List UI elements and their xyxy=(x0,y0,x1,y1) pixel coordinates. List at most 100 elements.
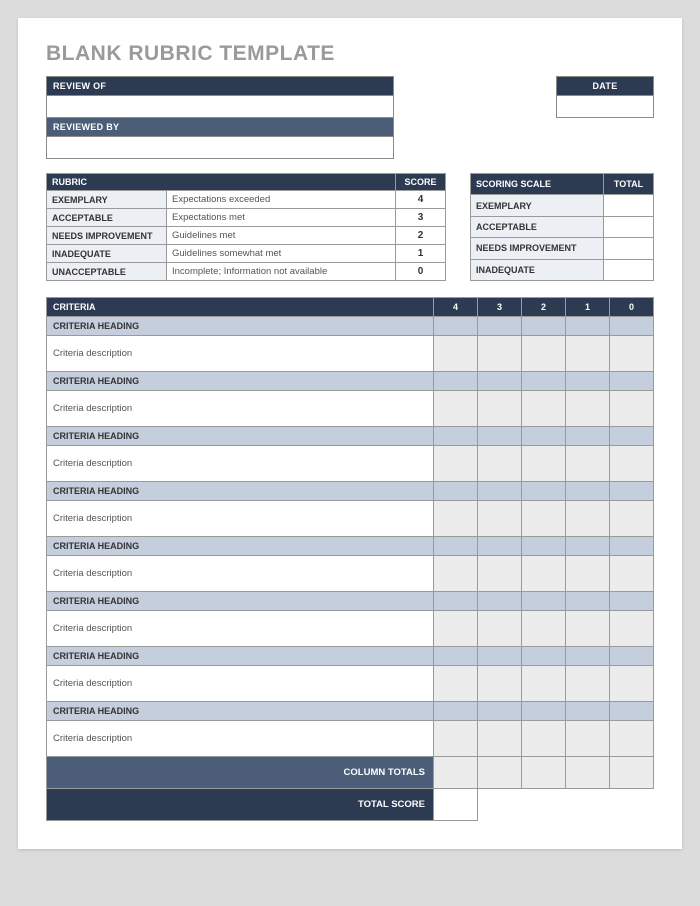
criteria-score-cell[interactable] xyxy=(522,721,566,757)
criteria-score-cell[interactable] xyxy=(610,721,654,757)
criteria-score-cell[interactable] xyxy=(434,501,478,537)
scale-row-label: EXEMPLARY xyxy=(471,195,604,216)
scale-header: SCORING SCALE xyxy=(471,174,604,195)
criteria-heading-cell xyxy=(478,647,522,666)
column-total-cell[interactable] xyxy=(434,757,478,789)
scale-row-value[interactable] xyxy=(604,195,654,216)
column-total-cell[interactable] xyxy=(566,757,610,789)
criteria-score-cell[interactable] xyxy=(566,666,610,702)
criteria-heading-cell xyxy=(522,372,566,391)
criteria-score-cell[interactable] xyxy=(522,666,566,702)
scale-row-value[interactable] xyxy=(604,216,654,237)
rubric-row-score: 1 xyxy=(396,245,446,263)
criteria-score-cell[interactable] xyxy=(566,611,610,647)
criteria-score-cell[interactable] xyxy=(478,446,522,482)
criteria-score-cell[interactable] xyxy=(522,391,566,427)
criteria-description: Criteria description xyxy=(47,336,434,372)
criteria-score-cell[interactable] xyxy=(566,721,610,757)
criteria-score-cell[interactable] xyxy=(434,391,478,427)
criteria-score-cell[interactable] xyxy=(522,446,566,482)
criteria-header: CRITERIA xyxy=(47,298,434,317)
rubric-score-header: SCORE xyxy=(396,174,446,191)
criteria-score-cell[interactable] xyxy=(434,611,478,647)
criteria-score-cell[interactable] xyxy=(566,556,610,592)
criteria-heading-cell xyxy=(434,427,478,446)
criteria-score-cell[interactable] xyxy=(434,556,478,592)
page-title: BLANK RUBRIC TEMPLATE xyxy=(46,42,654,66)
criteria-heading: CRITERIA HEADING xyxy=(47,317,434,336)
rubric-row-label: EXEMPLARY xyxy=(47,191,167,209)
criteria-score-cell[interactable] xyxy=(478,611,522,647)
criteria-heading-cell xyxy=(610,537,654,556)
criteria-score-cell[interactable] xyxy=(522,336,566,372)
criteria-score-cell[interactable] xyxy=(434,336,478,372)
criteria-score-cell[interactable] xyxy=(610,666,654,702)
reviewed-by-input[interactable] xyxy=(46,137,394,159)
criteria-score-cell[interactable] xyxy=(478,336,522,372)
criteria-score-cell[interactable] xyxy=(566,391,610,427)
scale-row-label: INADEQUATE xyxy=(471,259,604,280)
criteria-score-cell[interactable] xyxy=(610,446,654,482)
criteria-score-cell[interactable] xyxy=(610,501,654,537)
criteria-heading-cell xyxy=(566,647,610,666)
rubric-row-desc: Expectations met xyxy=(167,209,396,227)
rubric-row-desc: Incomplete; Information not available xyxy=(167,263,396,281)
criteria-heading-cell xyxy=(478,317,522,336)
review-of-input[interactable] xyxy=(46,96,394,118)
criteria-score-cell[interactable] xyxy=(566,446,610,482)
criteria-heading-cell xyxy=(566,372,610,391)
criteria-heading-cell xyxy=(522,702,566,721)
template-page: BLANK RUBRIC TEMPLATE REVIEW OF REVIEWED… xyxy=(18,18,682,849)
criteria-description: Criteria description xyxy=(47,391,434,427)
rubric-table: RUBRIC SCORE EXEMPLARY Expectations exce… xyxy=(46,173,446,281)
column-total-cell[interactable] xyxy=(478,757,522,789)
criteria-score-cell[interactable] xyxy=(610,556,654,592)
column-total-cell[interactable] xyxy=(522,757,566,789)
criteria-heading-cell xyxy=(434,702,478,721)
criteria-score-cell[interactable] xyxy=(610,391,654,427)
criteria-heading-cell xyxy=(610,592,654,611)
criteria-score-cell[interactable] xyxy=(434,446,478,482)
criteria-score-cell[interactable] xyxy=(478,501,522,537)
criteria-score-cell[interactable] xyxy=(478,666,522,702)
criteria-score-cell[interactable] xyxy=(566,501,610,537)
rubric-row-label: NEEDS IMPROVEMENT xyxy=(47,227,167,245)
criteria-heading-cell xyxy=(478,482,522,501)
total-score-cell[interactable] xyxy=(434,789,478,821)
criteria-score-cell[interactable] xyxy=(610,336,654,372)
criteria-heading-cell xyxy=(478,702,522,721)
date-input[interactable] xyxy=(556,96,654,118)
criteria-description: Criteria description xyxy=(47,501,434,537)
scale-row-value[interactable] xyxy=(604,238,654,259)
criteria-score-cell[interactable] xyxy=(434,666,478,702)
criteria-description: Criteria description xyxy=(47,721,434,757)
criteria-score-cell[interactable] xyxy=(434,721,478,757)
criteria-heading-cell xyxy=(610,372,654,391)
criteria-score-cell[interactable] xyxy=(610,611,654,647)
criteria-heading-cell xyxy=(434,592,478,611)
criteria-col-4: 4 xyxy=(434,298,478,317)
criteria-score-cell[interactable] xyxy=(522,501,566,537)
criteria-heading: CRITERIA HEADING xyxy=(47,702,434,721)
criteria-heading-cell xyxy=(566,427,610,446)
rubric-row-label: INADEQUATE xyxy=(47,245,167,263)
criteria-score-cell[interactable] xyxy=(478,391,522,427)
header-section: REVIEW OF REVIEWED BY DATE xyxy=(46,76,654,159)
criteria-score-cell[interactable] xyxy=(522,611,566,647)
criteria-heading: CRITERIA HEADING xyxy=(47,427,434,446)
criteria-score-cell[interactable] xyxy=(478,721,522,757)
column-total-cell[interactable] xyxy=(610,757,654,789)
criteria-score-cell[interactable] xyxy=(478,556,522,592)
rubric-row-score: 4 xyxy=(396,191,446,209)
criteria-score-cell[interactable] xyxy=(566,336,610,372)
scale-row-value[interactable] xyxy=(604,259,654,280)
rubric-row-score: 0 xyxy=(396,263,446,281)
rubric-row-score: 2 xyxy=(396,227,446,245)
criteria-heading-cell xyxy=(522,427,566,446)
criteria-heading-cell xyxy=(522,592,566,611)
total-score-label: TOTAL SCORE xyxy=(47,789,434,821)
criteria-score-cell[interactable] xyxy=(522,556,566,592)
rubric-header: RUBRIC xyxy=(47,174,396,191)
criteria-description: Criteria description xyxy=(47,666,434,702)
criteria-heading-cell xyxy=(434,537,478,556)
